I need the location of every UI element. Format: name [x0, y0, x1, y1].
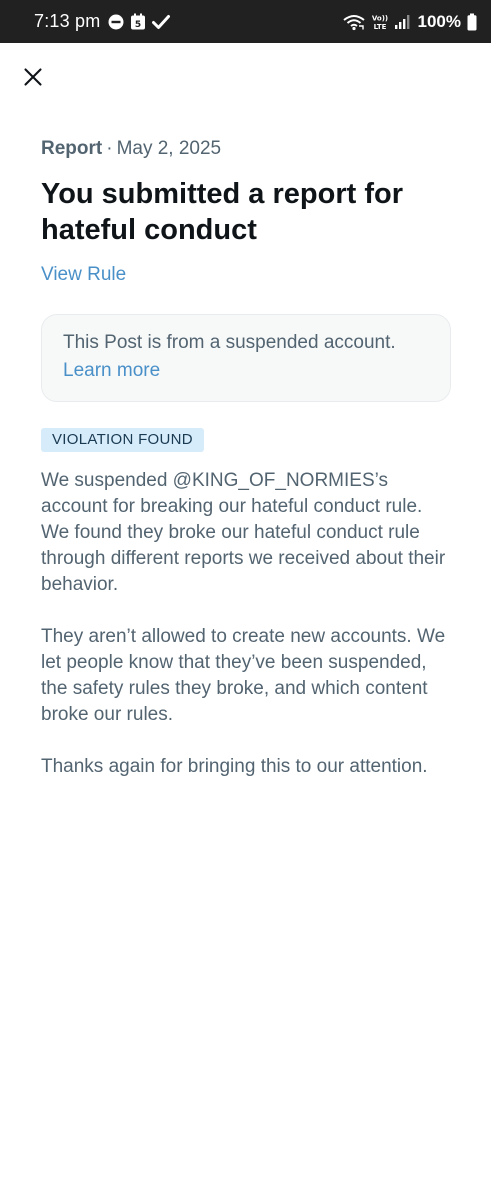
- battery-icon: [467, 13, 477, 31]
- view-rule-link[interactable]: View Rule: [41, 262, 126, 288]
- result-paragraph: We suspended @KING_OF_NORMIES’s account …: [41, 470, 446, 595]
- status-left: 7:13 pm 5: [34, 11, 171, 32]
- svg-text:Vo)): Vo)): [372, 14, 388, 22]
- learn-more-link[interactable]: Learn more: [63, 357, 160, 385]
- meta-separator: ·: [106, 138, 113, 159]
- do-not-disturb-icon: [108, 14, 124, 30]
- status-bar: 7:13 pm 5 Vo)) LTE 100%: [0, 0, 491, 43]
- volte-icon: Vo)) LTE: [372, 13, 388, 31]
- close-button[interactable]: [18, 62, 48, 92]
- check-icon: [152, 14, 171, 30]
- result-paragraph: They aren’t allowed to create new accoun…: [41, 626, 446, 725]
- status-time: 7:13 pm: [34, 11, 101, 31]
- notice-text: This Post is from a suspended account.: [63, 332, 396, 353]
- page-title: You submitted a report for hateful condu…: [41, 178, 403, 246]
- wifi-calling-icon: [342, 13, 366, 31]
- suspended-account-notice: This Post is from a suspended account. L…: [41, 314, 451, 402]
- battery-percentage: 100%: [417, 11, 461, 31]
- status-notification-icons: 5: [108, 13, 171, 30]
- violation-badge: VIOLATION FOUND: [41, 428, 204, 452]
- report-date: May 2, 2025: [116, 138, 222, 159]
- calendar-icon: 5: [130, 13, 146, 30]
- svg-text:5: 5: [135, 20, 141, 30]
- svg-text:LTE: LTE: [373, 23, 386, 31]
- status-right: Vo)) LTE 100%: [342, 12, 477, 32]
- report-detail: Report · May 2, 2025 You submitted a repor…: [41, 136, 453, 780]
- signal-icon: [394, 14, 410, 30]
- report-meta: Report · May 2, 2025: [41, 136, 453, 162]
- close-icon: [24, 68, 42, 86]
- report-label: Report: [41, 138, 103, 159]
- result-paragraph: Thanks again for bringing this to our at…: [41, 756, 428, 777]
